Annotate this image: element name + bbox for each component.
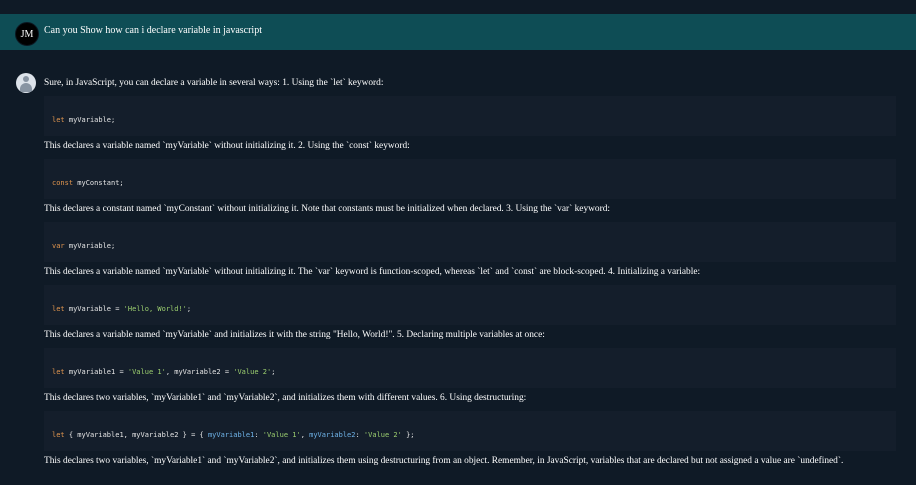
code-text: myVariable; [64,116,116,124]
code-line: var myVariable; [52,242,115,250]
code-line: let myVariable1 = 'Value 1', myVariable2… [52,368,275,376]
code-block: var myVariable; [44,222,896,262]
code-block: let { myVariable1, myVariable2 } = { myV… [44,411,896,451]
assistant-paragraph: This declares two variables, `myVariable… [44,456,844,466]
code-block: let myVariable = 'Hello, World!'; [44,285,896,325]
code-keyword: var [52,242,65,250]
code-string: 'Value 1' [262,431,301,439]
code-text: { myVariable1, myVariable2 } = { [64,431,208,439]
code-block: let myVariable; [44,96,896,136]
code-text: ; [186,305,192,313]
code-property: myVariable1 [207,431,255,439]
user-message-bar: JM Can you Show how can i declare variab… [0,14,916,50]
code-keyword: let [52,305,65,313]
code-keyword: let [52,368,65,376]
code-text: }; [401,431,415,439]
code-text: myVariable = [64,305,124,313]
code-keyword: let [52,116,65,124]
code-keyword: const [52,179,74,187]
user-message-text: Can you Show how can i declare variable … [44,25,262,36]
code-text: myVariable1 = [64,368,128,376]
assistant-avatar-icon [16,73,36,93]
code-block: let myVariable1 = 'Value 1', myVariable2… [44,348,896,388]
user-avatar: JM [15,22,39,46]
code-text: : [254,431,263,439]
code-text: ; [271,368,276,376]
code-string: 'Value 1' [127,368,166,376]
assistant-paragraph: This declares a variable named `myVariab… [44,141,410,151]
assistant-paragraph: This declares a variable named `myVariab… [44,330,545,340]
code-text: myConstant; [73,179,124,187]
assistant-paragraph: This declares a constant named `myConsta… [44,204,611,214]
code-line: let myVariable; [52,116,115,124]
code-text: , [300,431,310,439]
code-line: let myVariable = 'Hello, World!'; [52,305,191,313]
code-line: let { myVariable1, myVariable2 } = { myV… [52,431,415,439]
code-text: : [355,431,364,439]
assistant-paragraph: This declares a variable named `myVariab… [44,267,701,277]
code-line: const myConstant; [52,179,124,187]
code-string: 'Hello, World!' [123,305,187,313]
code-text: myVariable; [64,242,116,250]
code-property: myVariable2 [309,431,356,439]
code-block: const myConstant; [44,159,896,199]
code-string: 'Value 2' [363,431,402,439]
code-keyword: let [52,431,65,439]
code-string: 'Value 2' [233,368,272,376]
assistant-intro-text: Sure, in JavaScript, you can declare a v… [44,78,384,88]
code-text: , myVariable2 = [165,368,234,376]
assistant-paragraph: This declares two variables, `myVariable… [44,393,527,403]
